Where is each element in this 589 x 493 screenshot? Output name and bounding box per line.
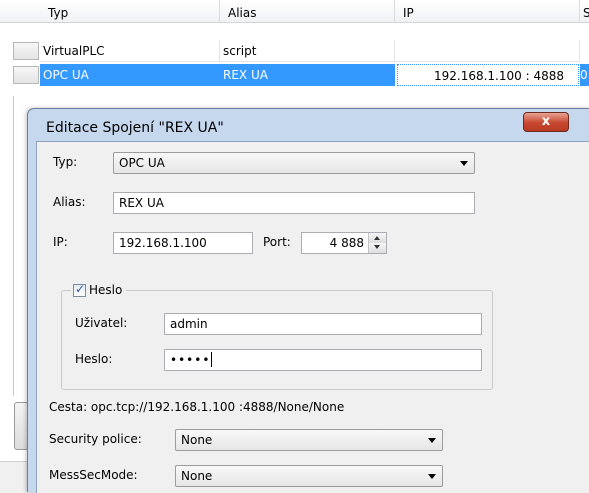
close-icon: x <box>541 114 551 129</box>
chevron-down-icon <box>460 161 468 166</box>
grid-header: Typ Alias IP S <box>0 0 589 23</box>
divider <box>13 96 14 396</box>
security-policy-label: Security police: <box>49 432 142 446</box>
cell-type: VirtualPLC <box>40 40 220 62</box>
password-input[interactable]: ••••• <box>164 349 482 371</box>
close-button[interactable]: x <box>523 112 569 132</box>
security-policy-value: None <box>181 433 213 447</box>
column-header-ip[interactable]: IP <box>395 0 580 22</box>
checkmark-icon: ✓ <box>75 282 86 296</box>
dialog-title: Editace Spojení "REX UA" <box>46 120 224 136</box>
column-header-type[interactable]: Typ <box>40 0 220 22</box>
password-value: ••••• <box>170 353 211 367</box>
type-label: Typ: <box>53 155 78 169</box>
message-mode-select[interactable]: None <box>175 465 443 487</box>
type-select[interactable]: OPC UA <box>113 152 475 174</box>
stepper-buttons <box>368 233 386 253</box>
password-group-legend[interactable]: ✓ Heslo <box>71 282 127 298</box>
connection-path: Cesta: opc.tcp://192.168.1.100 :4888/Non… <box>49 400 345 414</box>
password-label: Heslo: <box>75 352 113 366</box>
text-caret <box>211 352 213 367</box>
cell-alias: script <box>220 40 395 62</box>
cell-type: OPC UA <box>40 64 220 86</box>
cell-alias: REX UA <box>220 64 395 86</box>
type-select-value: OPC UA <box>119 156 165 170</box>
stepper-down-icon[interactable] <box>369 243 386 253</box>
password-group <box>61 290 493 390</box>
column-header-s[interactable]: S <box>580 0 589 22</box>
cell-ip: 192.168.1.100 : 4888 <box>397 64 579 86</box>
row-header[interactable] <box>13 42 39 60</box>
row-header[interactable] <box>13 66 39 84</box>
edit-connection-dialog: Editace Spojení "REX UA" x Typ: OPC UA A… <box>27 108 589 493</box>
user-input[interactable]: admin <box>164 313 482 335</box>
security-policy-select[interactable]: None <box>175 429 443 451</box>
column-header-alias[interactable]: Alias <box>220 0 395 22</box>
port-label: Port: <box>263 235 291 249</box>
chevron-down-icon <box>428 438 436 443</box>
chevron-down-icon <box>428 474 436 479</box>
message-mode-label: MessSecMode: <box>49 468 138 482</box>
table-row-selected[interactable]: OPC UA REX UA 192.168.1.100 : 4888 0 <box>0 64 589 86</box>
cell-extra: 0 <box>580 64 589 86</box>
port-stepper[interactable]: 4 888 <box>301 232 387 254</box>
password-checkbox[interactable]: ✓ <box>73 282 86 297</box>
user-label: Uživatel: <box>75 316 128 330</box>
alias-label: Alias: <box>53 195 86 209</box>
alias-input[interactable]: REX UA <box>113 192 475 214</box>
port-value: 4 888 <box>329 236 364 250</box>
ip-input[interactable]: 192.168.1.100 <box>113 232 253 254</box>
message-mode-value: None <box>181 469 213 483</box>
password-group-label: Heslo <box>89 283 123 297</box>
dialog-client: Typ: OPC UA Alias: REX UA IP: 192.168.1.… <box>36 141 589 493</box>
cell-ip <box>395 40 580 62</box>
table-row[interactable]: VirtualPLC script <box>0 40 589 62</box>
ip-label: IP: <box>53 235 68 249</box>
connections-grid: Typ Alias IP S VirtualPLC script OPC UA … <box>0 0 589 100</box>
